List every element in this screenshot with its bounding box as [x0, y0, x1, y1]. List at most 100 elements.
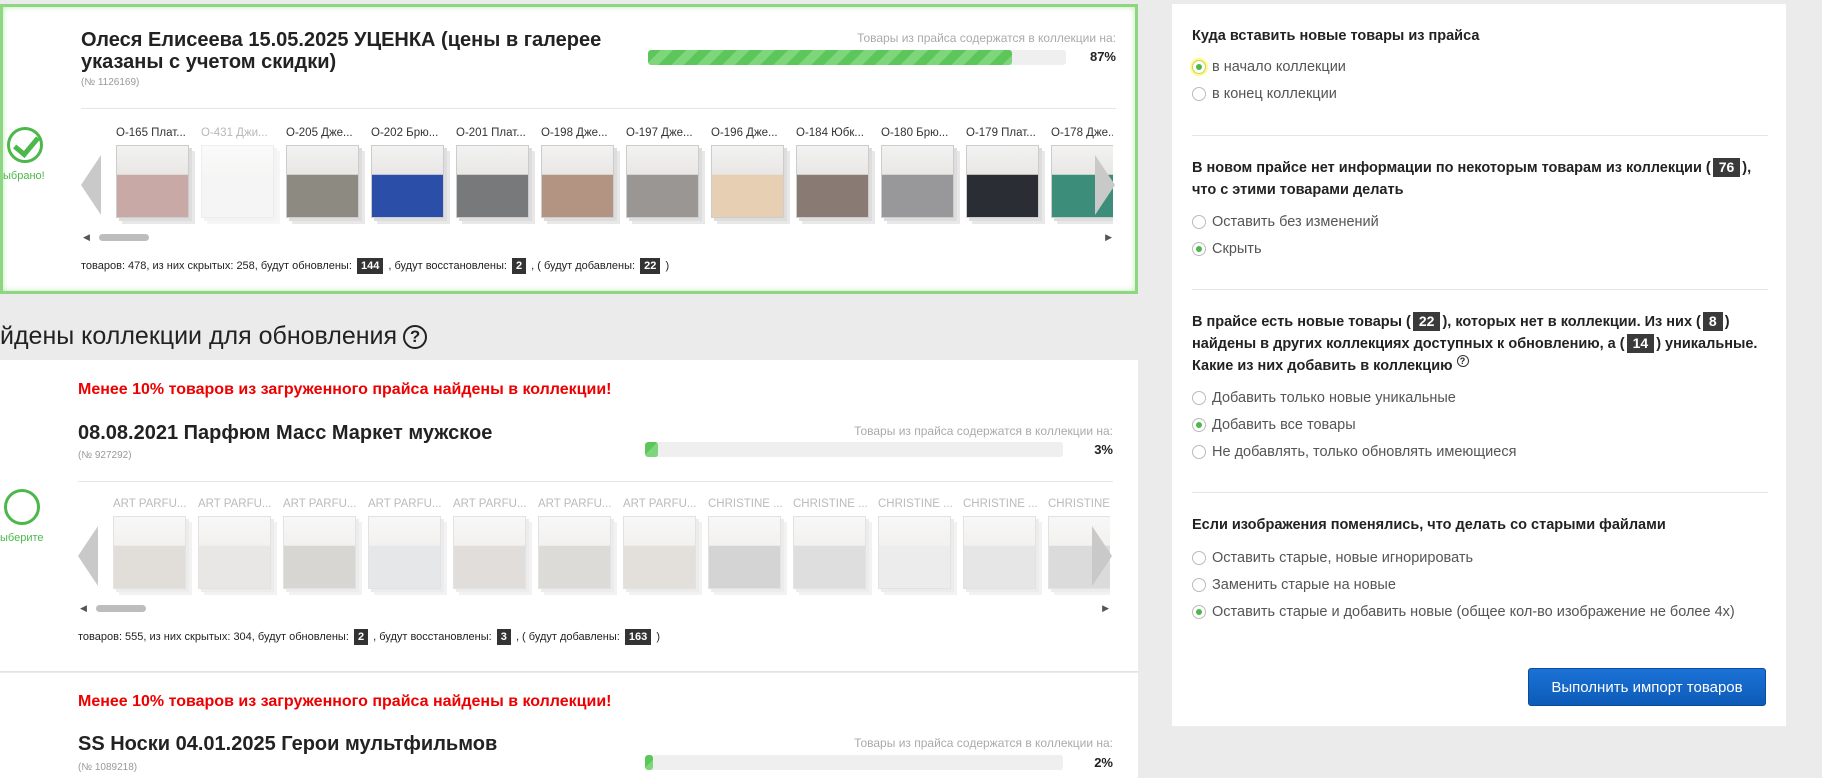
product-label: О-201 Плат... — [456, 127, 526, 139]
product-thumbnail[interactable]: ART PARFU... — [450, 498, 535, 589]
product-image — [201, 145, 274, 218]
option-label: Не добавлять, только обновлять имеющиеся — [1212, 444, 1517, 460]
radio-button[interactable] — [1192, 605, 1206, 619]
carousel-scrollbar[interactable]: ◀ ▶ — [81, 231, 1116, 243]
carousel-scrollbar[interactable]: ◀ ▶ — [78, 602, 1113, 614]
collection-number: (№ 1089218) — [78, 762, 138, 773]
radio-button[interactable] — [1192, 578, 1206, 592]
divider — [1192, 492, 1768, 493]
radio-button[interactable] — [1192, 551, 1206, 565]
scroll-thumb[interactable] — [99, 234, 149, 241]
option-hide[interactable]: Скрыть — [1192, 241, 1262, 257]
product-label: О-178 Дже... — [1051, 127, 1113, 139]
radio-button[interactable] — [1192, 391, 1206, 405]
low-match-warning: Менее 10% товаров из загруженного прайса… — [78, 381, 612, 398]
product-thumbnail[interactable]: О-197 Дже... — [623, 127, 708, 218]
product-thumbnail[interactable]: О-202 Брю... — [368, 127, 453, 218]
divider — [1192, 289, 1768, 290]
product-thumbnail[interactable]: О-180 Брю... — [878, 127, 963, 218]
select-label: ыберите — [0, 532, 44, 544]
option-add-unique[interactable]: Добавить только новые уникальные — [1192, 390, 1456, 406]
product-image — [371, 145, 444, 218]
carousel-next-arrow[interactable] — [1095, 155, 1115, 215]
product-label: CHRISTINE ... — [963, 498, 1038, 510]
product-thumbnail[interactable]: ART PARFU... — [365, 498, 450, 589]
radio-button[interactable] — [1192, 445, 1206, 459]
product-label: ART PARFU... — [198, 498, 272, 510]
product-thumbnail[interactable]: О-179 Плат... — [963, 127, 1048, 218]
updated-badge: 2 — [353, 629, 369, 645]
restored-badge: 3 — [496, 629, 511, 645]
product-thumbnail[interactable]: ART PARFU... — [110, 498, 195, 589]
carousel-next-arrow[interactable] — [1092, 526, 1112, 586]
product-image — [878, 516, 951, 589]
selected-check-icon[interactable] — [7, 127, 43, 163]
collection-title: Олеся Елисеева 15.05.2025 УЦЕНКА (цены в… — [81, 29, 602, 73]
option-keep-and-add-images[interactable]: Оставить старые и добавить новые (общее … — [1192, 604, 1735, 620]
option-update-only[interactable]: Не добавлять, только обновлять имеющиеся — [1192, 444, 1516, 460]
product-thumbnail[interactable]: О-196 Дже... — [708, 127, 793, 218]
option-add-all[interactable]: Добавить все товары — [1192, 417, 1356, 433]
question-text: В новом прайсе нет информации по некотор… — [1192, 160, 1711, 176]
run-import-button[interactable]: Выполнить импорт товаров — [1528, 668, 1766, 706]
product-thumbnail[interactable]: ART PARFU... — [620, 498, 705, 589]
found-count-badge: 8 — [1702, 312, 1723, 331]
collection-title: 08.08.2021 Парфюм Масс Маркет мужское — [78, 422, 493, 444]
scroll-right-icon[interactable]: ▶ — [1102, 603, 1109, 614]
stats-text: , будут восстановлены: — [373, 631, 492, 643]
radio-button[interactable] — [1192, 215, 1206, 229]
carousel-prev-arrow[interactable] — [78, 526, 98, 586]
product-label: CHRISTINE ... — [793, 498, 868, 510]
unique-count-badge: 14 — [1626, 334, 1655, 353]
product-image — [368, 516, 441, 589]
option-label: Добавить все товары — [1212, 417, 1356, 433]
progress-bar — [648, 50, 1066, 65]
product-thumbnail[interactable]: О-198 Дже... — [538, 127, 623, 218]
option-insert-start[interactable]: в начало коллекции — [1192, 59, 1346, 75]
product-label: ART PARFU... — [368, 498, 442, 510]
radio-button[interactable] — [1192, 87, 1206, 101]
option-replace-images[interactable]: Заменить старые на новые — [1192, 577, 1396, 593]
product-image — [538, 516, 611, 589]
radio-button[interactable] — [1192, 242, 1206, 256]
product-thumbnail[interactable]: О-201 Плат... — [453, 127, 538, 218]
product-thumbnail[interactable]: О-184 Юбк... — [793, 127, 878, 218]
carousel-prev-arrow[interactable] — [81, 155, 101, 215]
help-icon[interactable]: ? — [403, 325, 428, 349]
scroll-left-icon[interactable]: ◀ — [83, 232, 90, 243]
product-thumbnail[interactable]: CHRISTINE ... — [705, 498, 790, 589]
help-icon[interactable]: ? — [1456, 355, 1469, 367]
product-thumbnail[interactable]: ART PARFU... — [535, 498, 620, 589]
selected-label: ыбрано! — [3, 170, 45, 182]
product-label: О-184 Юбк... — [796, 127, 864, 139]
collection-title: SS Носки 04.01.2025 Герои мультфильмов — [78, 733, 498, 755]
product-thumbnail[interactable]: CHRISTINE ... — [790, 498, 875, 589]
product-thumbnail[interactable]: ART PARFU... — [195, 498, 280, 589]
progress-label: Товары из прайса содержатся в коллекции … — [854, 736, 1113, 750]
collection-card[interactable]: Менее 10% товаров из загруженного прайса… — [0, 673, 1138, 778]
product-label: О-431 Джи... — [201, 127, 268, 139]
option-label: Оставить старые и добавить новые (общее … — [1212, 604, 1735, 620]
collection-card[interactable]: Менее 10% товаров из загруженного прайса… — [0, 360, 1138, 672]
product-thumbnail[interactable]: ART PARFU... — [280, 498, 365, 589]
product-thumbnail[interactable]: CHRISTINE ... — [960, 498, 1045, 589]
select-circle-icon[interactable] — [4, 489, 40, 525]
product-thumbnail[interactable]: О-165 Плат... — [113, 127, 198, 218]
scroll-left-icon[interactable]: ◀ — [80, 603, 87, 614]
radio-button[interactable] — [1192, 60, 1206, 74]
option-keep-old-images[interactable]: Оставить старые, новые игнорировать — [1192, 550, 1473, 566]
progress-fill — [645, 755, 654, 770]
product-thumbnail[interactable]: О-431 Джи... — [198, 127, 283, 218]
scroll-right-icon[interactable]: ▶ — [1105, 232, 1112, 243]
option-insert-end[interactable]: в конец коллекции — [1192, 86, 1337, 102]
new-items-question: В прайсе есть новые товары (22), которых… — [1192, 311, 1768, 377]
product-label: ART PARFU... — [113, 498, 187, 510]
progress-fill — [648, 50, 1012, 65]
product-thumbnail[interactable]: CHRISTINE ... — [875, 498, 960, 589]
option-keep-unchanged[interactable]: Оставить без изменений — [1192, 214, 1379, 230]
scroll-thumb[interactable] — [96, 605, 146, 612]
product-image — [708, 516, 781, 589]
product-thumbnail[interactable]: О-205 Дже... — [283, 127, 368, 218]
selected-collection-card[interactable]: Олеся Елисеева 15.05.2025 УЦЕНКА (цены в… — [0, 4, 1138, 294]
radio-button[interactable] — [1192, 418, 1206, 432]
